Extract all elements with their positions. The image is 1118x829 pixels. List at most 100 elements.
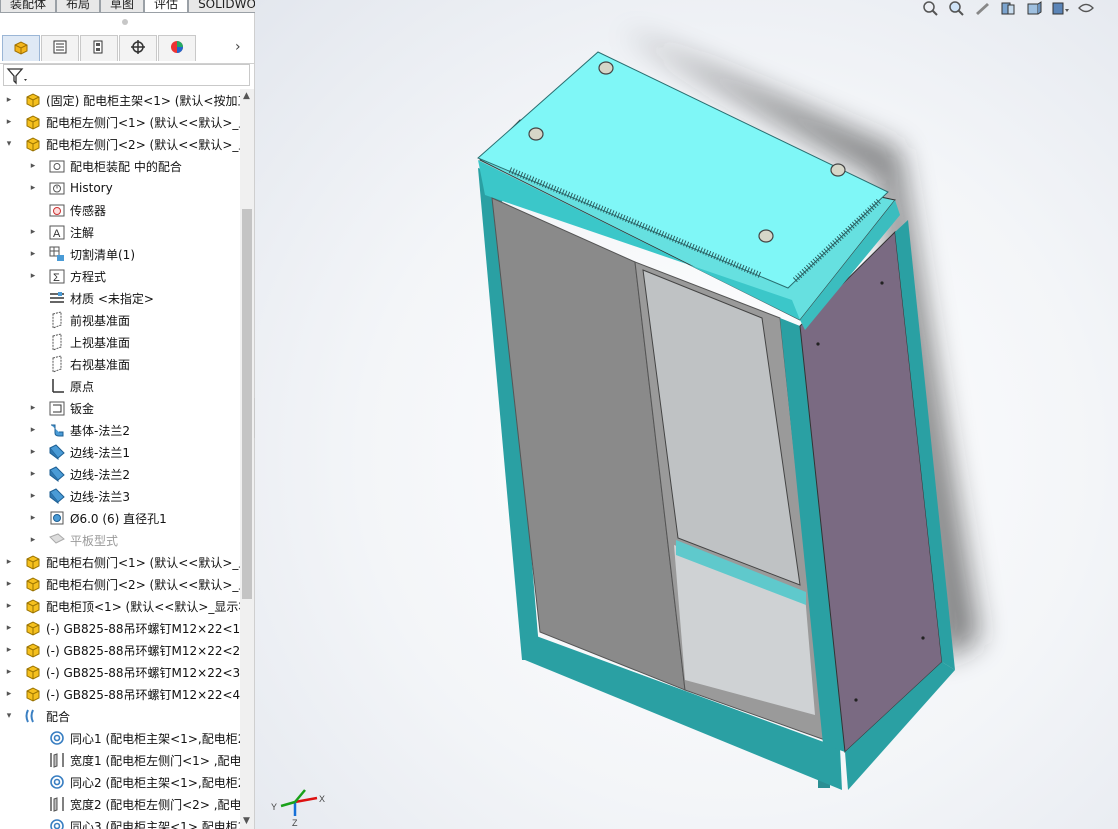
tree-item[interactable]: ▸ 切割清单(1) bbox=[0, 243, 240, 265]
previous-view-icon[interactable] bbox=[972, 0, 992, 16]
tree-item[interactable]: ▾ 配电柜左侧门<2> (默认<<默认>_显 bbox=[0, 133, 240, 155]
expand-arrow-icon[interactable]: ▸ bbox=[4, 117, 14, 127]
view-orientation-icon[interactable] bbox=[1024, 0, 1044, 16]
tree-item[interactable]: ▸ 边线-法兰3 bbox=[0, 485, 240, 507]
tree-item[interactable]: ▸ 钣金 bbox=[0, 397, 240, 419]
panel-tabs-arrow[interactable]: › bbox=[235, 39, 241, 55]
filter-icon[interactable] bbox=[6, 66, 30, 86]
tree-item[interactable]: ▸ (-) GB825-88吊环螺钉M12×22<1: bbox=[0, 617, 240, 639]
expand-arrow-icon[interactable]: ▸ bbox=[4, 623, 14, 633]
expand-arrow-icon[interactable]: ▸ bbox=[28, 491, 38, 501]
cutlist-icon bbox=[48, 245, 66, 263]
tree-item[interactable]: 同心3 (配电柜主架<1> 配电柜2 bbox=[0, 815, 240, 829]
cabinet-model[interactable] bbox=[255, 0, 1118, 829]
expand-arrow-icon[interactable]: ▸ bbox=[4, 579, 14, 589]
display-style-icon[interactable] bbox=[1050, 0, 1070, 16]
tree-item-label: 同心2 (配电柜主架<1>,配电柜2 bbox=[70, 775, 240, 790]
expand-arrow-icon[interactable]: ▸ bbox=[4, 689, 14, 699]
part-icon bbox=[24, 619, 42, 637]
expand-arrow-icon[interactable]: ▸ bbox=[4, 95, 14, 105]
tree-item[interactable]: ▸ Ø6.0 (6) 直径孔1 bbox=[0, 507, 240, 529]
expand-arrow-icon[interactable]: ▸ bbox=[28, 183, 38, 193]
tree-item[interactable]: ▸ 基体-法兰2 bbox=[0, 419, 240, 441]
tab-2[interactable]: 草图 bbox=[100, 0, 145, 13]
tree-item[interactable]: ▸ Σ 方程式 bbox=[0, 265, 240, 287]
tree-item-label: 配电柜左侧门<1> (默认<<默认>_显 bbox=[46, 115, 240, 130]
tree-item[interactable]: ▸ 配电柜右侧门<1> (默认<<默认>_显 bbox=[0, 551, 240, 573]
expand-arrow-icon[interactable]: ▸ bbox=[28, 271, 38, 281]
panel-grip[interactable] bbox=[122, 19, 128, 25]
expand-arrow-icon[interactable]: ▸ bbox=[28, 535, 38, 545]
expand-arrow-icon[interactable]: ▸ bbox=[28, 447, 38, 457]
expand-arrow-icon[interactable]: ▸ bbox=[4, 557, 14, 567]
expand-arrow-icon[interactable]: ▸ bbox=[28, 161, 38, 171]
tab-1[interactable]: 布局 bbox=[56, 0, 101, 13]
concentric-icon bbox=[48, 817, 66, 829]
tree-item[interactable]: 传感器 bbox=[0, 199, 240, 221]
panel-tab-configuration-manager[interactable] bbox=[80, 35, 118, 61]
tree-item[interactable]: ▸ 配电柜右侧门<2> (默认<<默认>_显 bbox=[0, 573, 240, 595]
tree-item[interactable]: 右视基准面 bbox=[0, 353, 240, 375]
tree-item[interactable]: ▸ (固定) 配电柜主架<1> (默认<按加工 bbox=[0, 89, 240, 111]
panel-tab-display-manager[interactable] bbox=[158, 35, 196, 61]
hide-show-items-icon[interactable] bbox=[1076, 0, 1096, 16]
tree-item[interactable]: ▸ (-) GB825-88吊环螺钉M12×22<4: bbox=[0, 683, 240, 705]
tree-item[interactable]: 宽度1 (配电柜左侧门<1> ,配电 bbox=[0, 749, 240, 771]
tree-item[interactable]: ▸ 配电柜装配 中的配合 bbox=[0, 155, 240, 177]
tree-item[interactable]: 同心1 (配电柜主架<1>,配电柜2 bbox=[0, 727, 240, 749]
tree-item[interactable]: ▸ 边线-法兰2 bbox=[0, 463, 240, 485]
collapse-arrow-icon[interactable]: ▾ bbox=[4, 711, 14, 721]
concentric-icon bbox=[48, 773, 66, 791]
tree-item-label: 传感器 bbox=[70, 203, 107, 218]
tree-item-label: 前视基准面 bbox=[70, 313, 131, 328]
tree-item[interactable]: ▸ (-) GB825-88吊环螺钉M12×22<2: bbox=[0, 639, 240, 661]
graphics-area[interactable]: X Y Z bbox=[255, 0, 1118, 829]
configuration-manager-icon bbox=[90, 39, 108, 58]
expand-arrow-icon[interactable]: ▸ bbox=[28, 425, 38, 435]
tree-item-label: 边线-法兰3 bbox=[70, 489, 130, 504]
zoom-to-fit-icon[interactable] bbox=[920, 0, 940, 16]
scroll-down-arrow[interactable]: ▼ bbox=[243, 816, 250, 826]
tree-item[interactable]: 前视基准面 bbox=[0, 309, 240, 331]
tree-item[interactable]: ▸ 配电柜左侧门<1> (默认<<默认>_显 bbox=[0, 111, 240, 133]
material-icon bbox=[48, 289, 66, 307]
panel-tab-dimxpert[interactable] bbox=[119, 35, 157, 61]
tree-item-label: 配合 bbox=[46, 709, 71, 724]
tree-item[interactable]: 同心2 (配电柜主架<1>,配电柜2 bbox=[0, 771, 240, 793]
zoom-area-icon[interactable] bbox=[946, 0, 966, 16]
tree-item[interactable]: ▸ A 注解 bbox=[0, 221, 240, 243]
equation-icon: Σ bbox=[48, 267, 66, 285]
tree-item[interactable]: ▾ 配合 bbox=[0, 705, 240, 727]
section-view-icon[interactable] bbox=[998, 0, 1018, 16]
tree-item[interactable]: 宽度2 (配电柜左侧门<2> ,配电 bbox=[0, 793, 240, 815]
tree-item[interactable]: ▸ 平板型式 bbox=[0, 529, 240, 551]
scroll-thumb[interactable] bbox=[242, 209, 252, 599]
tree-item[interactable]: 上视基准面 bbox=[0, 331, 240, 353]
tree-filter[interactable] bbox=[3, 64, 250, 86]
expand-arrow-icon[interactable]: ▸ bbox=[4, 645, 14, 655]
tree-item[interactable]: 材质 <未指定> bbox=[0, 287, 240, 309]
tree-scrollbar[interactable]: ▲ ▼ bbox=[240, 89, 254, 829]
tree-item[interactable]: ▸ 边线-法兰1 bbox=[0, 441, 240, 463]
tree-item[interactable]: ▸ History bbox=[0, 177, 240, 199]
expand-arrow-icon[interactable]: ▸ bbox=[4, 667, 14, 677]
expand-arrow-icon[interactable]: ▸ bbox=[28, 403, 38, 413]
scroll-up-arrow[interactable]: ▲ bbox=[243, 91, 250, 101]
expand-arrow-icon[interactable]: ▸ bbox=[28, 469, 38, 479]
tree-item[interactable]: ▸ 配电柜顶<1> (默认<<默认>_显示状 bbox=[0, 595, 240, 617]
tree-item-label: 配电柜右侧门<2> (默认<<默认>_显 bbox=[46, 577, 240, 592]
collapse-arrow-icon[interactable]: ▾ bbox=[4, 139, 14, 149]
expand-arrow-icon[interactable]: ▸ bbox=[28, 227, 38, 237]
panel-tab-property-manager[interactable] bbox=[41, 35, 79, 61]
panel-tab-feature-manager[interactable] bbox=[2, 35, 40, 61]
tab-0[interactable]: 装配体 bbox=[0, 0, 57, 13]
tree-item[interactable]: 原点 bbox=[0, 375, 240, 397]
tab-3[interactable]: 评估 bbox=[144, 0, 189, 13]
plane-icon bbox=[48, 311, 66, 329]
expand-arrow-icon[interactable]: ▸ bbox=[4, 601, 14, 611]
triad-icon: X Y Z bbox=[271, 789, 325, 827]
expand-arrow-icon[interactable]: ▸ bbox=[28, 513, 38, 523]
tree-item[interactable]: ▸ (-) GB825-88吊环螺钉M12×22<3: bbox=[0, 661, 240, 683]
tree-item-label: 材质 <未指定> bbox=[70, 291, 154, 306]
expand-arrow-icon[interactable]: ▸ bbox=[28, 249, 38, 259]
